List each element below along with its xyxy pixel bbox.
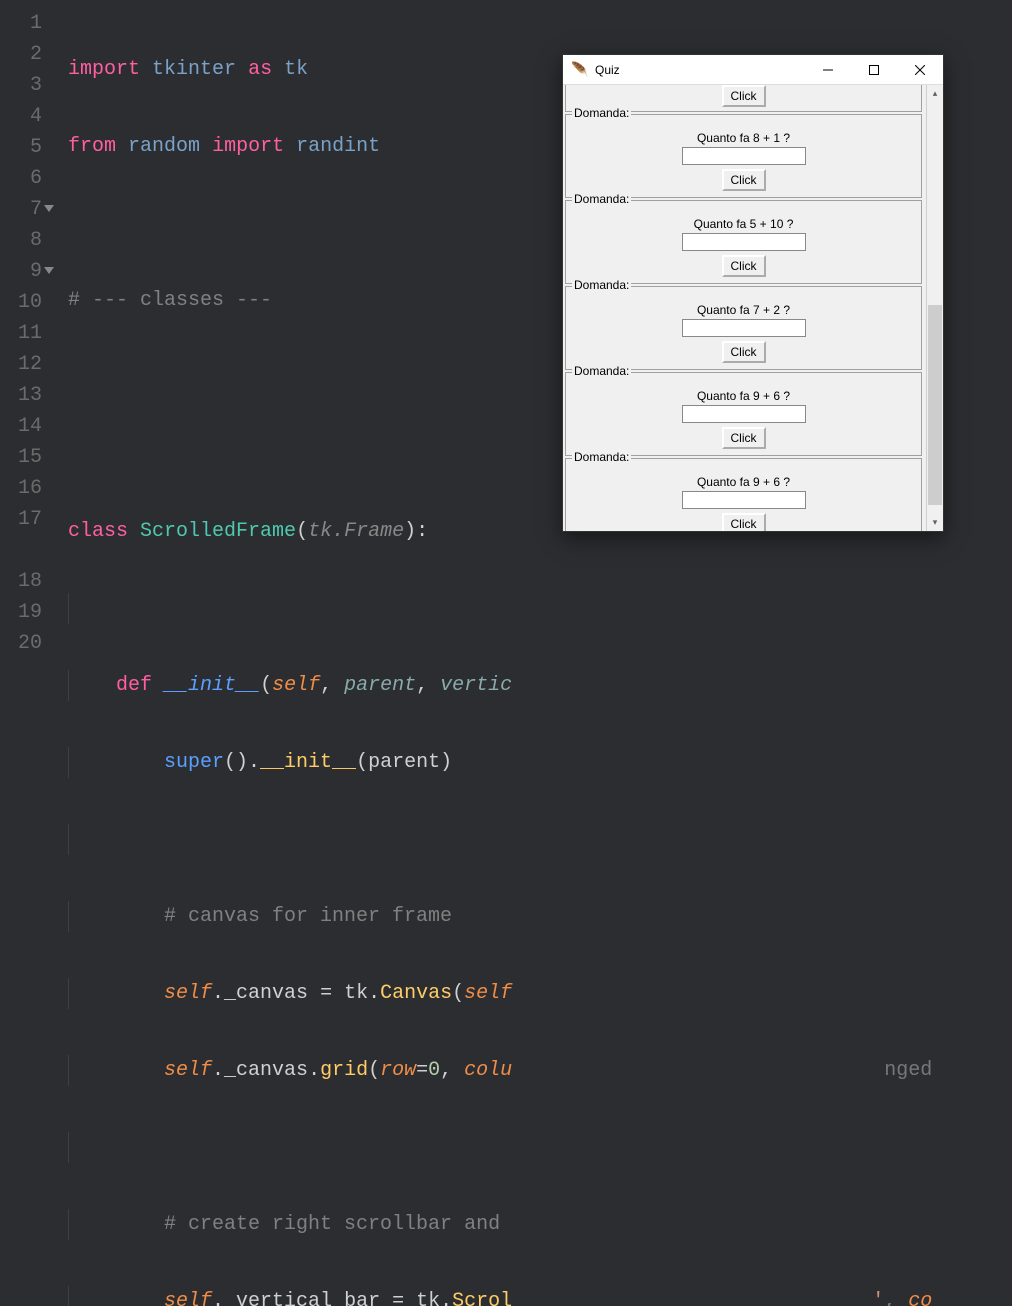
line-number: 1 — [0, 8, 42, 39]
line-number: 18 — [0, 566, 42, 597]
line-number-gutter: 1 2 3 4 5 6 7 8 9 10 11 12 13 14 15 16 1… — [0, 0, 52, 653]
line-number: 19 — [0, 597, 42, 628]
line-number: 9 — [0, 256, 42, 287]
scroll-thumb[interactable] — [928, 305, 942, 505]
vertical-scrollbar[interactable]: ▴ ▾ — [926, 85, 943, 531]
click-button[interactable]: Click — [722, 255, 766, 277]
question-text: Quanto fa 5 + 10 ? — [572, 217, 915, 231]
scroll-area: Click Domanda: Quanto fa 8 + 1 ? Click D… — [563, 85, 926, 531]
group-legend: Domanda: — [572, 192, 631, 206]
line-number: 15 — [0, 442, 42, 473]
answer-input[interactable] — [682, 491, 806, 509]
line-number: 12 — [0, 349, 42, 380]
question-group: Domanda: Quanto fa 9 + 6 ? Click — [565, 458, 922, 531]
question-group: Domanda: Quanto fa 5 + 10 ? Click — [565, 200, 922, 284]
minimize-button[interactable] — [805, 55, 851, 85]
group-legend: Domanda: — [572, 106, 631, 120]
close-button[interactable] — [897, 55, 943, 85]
line-number: 16 — [0, 473, 42, 504]
click-button[interactable]: Click — [722, 85, 766, 107]
question-text: Quanto fa 8 + 1 ? — [572, 131, 915, 145]
click-button[interactable]: Click — [722, 341, 766, 363]
group-legend: Domanda: — [572, 450, 631, 464]
click-button[interactable]: Click — [722, 513, 766, 531]
answer-input[interactable] — [682, 147, 806, 165]
line-number: 3 — [0, 70, 42, 101]
question-text: Quanto fa 9 + 6 ? — [572, 389, 915, 403]
line-number: 4 — [0, 101, 42, 132]
click-button[interactable]: Click — [722, 169, 766, 191]
line-number: 2 — [0, 39, 42, 70]
question-text: Quanto fa 9 + 6 ? — [572, 475, 915, 489]
group-legend: Domanda: — [572, 278, 631, 292]
question-group: Domanda: Quanto fa 7 + 2 ? Click — [565, 286, 922, 370]
answer-input[interactable] — [682, 233, 806, 251]
question-group: Domanda: Quanto fa 8 + 1 ? Click — [565, 114, 922, 198]
titlebar[interactable]: 🪶 Quiz — [563, 55, 943, 85]
line-number: 6 — [0, 163, 42, 194]
scroll-down-icon[interactable]: ▾ — [927, 514, 943, 531]
scroll-up-icon[interactable]: ▴ — [927, 85, 943, 102]
line-number: 10 — [0, 287, 42, 318]
window-title: Quiz — [595, 63, 805, 77]
line-number: 14 — [0, 411, 42, 442]
quiz-window: 🪶 Quiz Click Domanda: Quanto fa 8 + 1 ? … — [562, 54, 944, 532]
group-legend: Domanda: — [572, 364, 631, 378]
maximize-button[interactable] — [851, 55, 897, 85]
answer-input[interactable] — [682, 405, 806, 423]
line-number: 11 — [0, 318, 42, 349]
click-button[interactable]: Click — [722, 427, 766, 449]
line-number: 5 — [0, 132, 42, 163]
line-number: 8 — [0, 225, 42, 256]
line-number: 13 — [0, 380, 42, 411]
answer-input[interactable] — [682, 319, 806, 337]
question-text: Quanto fa 7 + 2 ? — [572, 303, 915, 317]
feather-icon: 🪶 — [571, 61, 589, 78]
line-number: 7 — [0, 194, 42, 225]
question-group: Domanda: Quanto fa 9 + 6 ? Click — [565, 372, 922, 456]
line-number: 20 — [0, 628, 42, 659]
line-number — [0, 535, 42, 566]
line-number: 17 — [0, 504, 42, 535]
